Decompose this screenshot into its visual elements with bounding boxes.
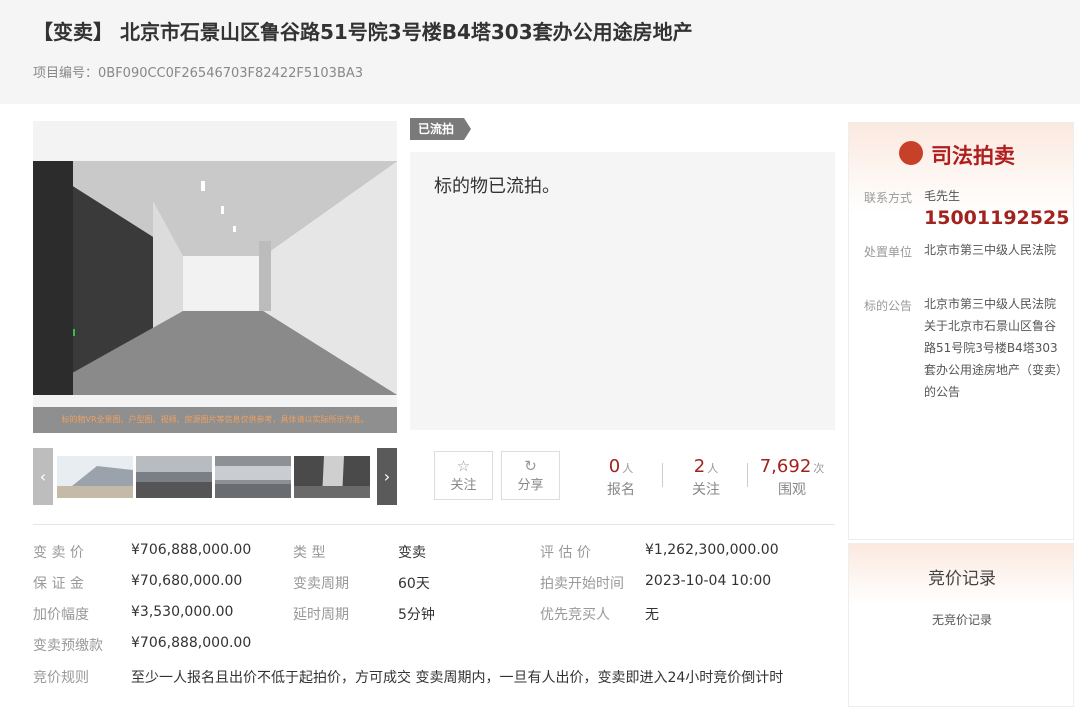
deposit-value: ¥70,680,000.00 bbox=[131, 573, 243, 589]
photo-disclaimer: 标的物VR全景图、户型图、视频、房源图片等信息仅供参考，具体请以实际所示为准。 bbox=[33, 407, 397, 433]
stat-views: 7,692 次 围观 bbox=[750, 456, 834, 499]
main-photo[interactable]: 标的物VR全景图、户型图、视频、房源图片等信息仅供参考，具体请以实际所示为准。 bbox=[33, 121, 397, 433]
stat-unit: 次 bbox=[813, 462, 825, 475]
stat-number: 0 bbox=[608, 456, 621, 477]
delay-value: 5分钟 bbox=[398, 607, 435, 623]
appraisal-value: ¥1,262,300,000.00 bbox=[645, 542, 779, 558]
section-divider bbox=[33, 524, 835, 525]
bid-rules-value: 至少一人报名且出价不低于起拍价，方可成交 变卖周期内，一旦有人出价，变卖即进入2… bbox=[131, 670, 784, 686]
contact-phone[interactable]: 15001192525 bbox=[924, 207, 1069, 229]
chevron-right-icon[interactable]: › bbox=[377, 448, 397, 505]
priority-bidder-label: 优先竞买人 bbox=[540, 607, 610, 623]
sale-price-label: 变 卖 价 bbox=[33, 545, 84, 561]
thumbnail-3[interactable] bbox=[215, 456, 291, 498]
share-icon: ↻ bbox=[524, 457, 537, 475]
thumbnail-strip: ‹ › bbox=[33, 448, 397, 505]
notice-label: 标的公告 bbox=[864, 299, 913, 313]
status-badge: 已流拍 bbox=[410, 118, 472, 140]
project-id: 项目编号：0BF090CC0F26546703F82422F5103BA3 bbox=[33, 66, 364, 81]
stat-unit: 人 bbox=[622, 462, 634, 475]
page-header: 【变卖】 北京市石景山区鲁谷路51号院3号楼B4塔303套办公用途房地产 项目编… bbox=[0, 0, 1080, 104]
follow-button[interactable]: ☆ 关注 bbox=[434, 451, 493, 500]
appraisal-label: 评 估 价 bbox=[540, 545, 591, 561]
thumbnail-4[interactable] bbox=[294, 456, 370, 498]
page-title: 【变卖】 北京市石景山区鲁谷路51号院3号楼B4塔303套办公用途房地产 bbox=[33, 20, 693, 44]
prepay-label: 变卖预缴款 bbox=[33, 638, 103, 654]
start-time-value: 2023-10-04 10:00 bbox=[645, 573, 772, 589]
start-time-label: 拍卖开始时间 bbox=[540, 576, 624, 592]
chevron-left-icon[interactable]: ‹ bbox=[33, 448, 53, 505]
thumbnail-2[interactable] bbox=[136, 456, 212, 498]
unit-value: 北京市第三中级人民法院 bbox=[924, 243, 1057, 257]
type-label: 类 型 bbox=[293, 545, 326, 561]
corridor-photo bbox=[33, 161, 397, 395]
period-value: 60天 bbox=[398, 576, 430, 592]
bid-records-panel: 竞价记录 无竞价记录 bbox=[848, 543, 1074, 707]
increment-label: 加价幅度 bbox=[33, 607, 89, 623]
stat-unit: 人 bbox=[707, 462, 719, 475]
unit-label: 处置单位 bbox=[864, 245, 913, 259]
notice-link[interactable]: 北京市第三中级人民法院关于北京市石景山区鲁谷路51号院3号楼B4塔303套办公用… bbox=[924, 293, 1064, 403]
stat-label: 关注 bbox=[692, 482, 720, 498]
period-label: 变卖周期 bbox=[293, 576, 349, 592]
sale-price-value: ¥706,888,000.00 bbox=[131, 542, 252, 558]
delay-label: 延时周期 bbox=[293, 607, 349, 623]
stat-number: 7,692 bbox=[759, 456, 812, 477]
judicial-auction-panel: 司法拍卖 联系方式 毛先生 15001192525 处置单位 北京市第三中级人民… bbox=[848, 122, 1074, 540]
priority-bidder-value: 无 bbox=[645, 607, 659, 623]
contact-name: 毛先生 bbox=[924, 189, 961, 203]
stat-followers: 2人 关注 bbox=[664, 456, 748, 499]
status-message: 标的物已流拍。 bbox=[434, 176, 560, 197]
panel-title: 司法拍卖 bbox=[931, 144, 1015, 168]
stat-label: 报名 bbox=[607, 482, 635, 498]
star-icon: ☆ bbox=[456, 457, 471, 475]
share-button[interactable]: ↻ 分享 bbox=[501, 451, 560, 500]
follow-label: 关注 bbox=[450, 478, 477, 493]
contact-label: 联系方式 bbox=[864, 191, 913, 205]
stat-signups: 0人 报名 bbox=[579, 456, 663, 499]
stat-number: 2 bbox=[693, 456, 706, 477]
stat-divider bbox=[747, 463, 748, 487]
prepay-value: ¥706,888,000.00 bbox=[131, 635, 252, 651]
status-panel: 标的物已流拍。 bbox=[410, 152, 835, 430]
share-label: 分享 bbox=[517, 478, 544, 493]
bid-records-title: 竞价记录 bbox=[928, 569, 996, 589]
increment-value: ¥3,530,000.00 bbox=[131, 604, 234, 620]
bid-records-empty: 无竞价记录 bbox=[931, 613, 992, 627]
deposit-label: 保 证 金 bbox=[33, 576, 84, 592]
stat-divider bbox=[662, 463, 663, 487]
thumbnail-1[interactable] bbox=[57, 456, 133, 498]
bid-rules-label: 竞价规则 bbox=[33, 670, 89, 686]
type-value: 变卖 bbox=[398, 545, 426, 561]
stat-label: 围观 bbox=[778, 482, 806, 498]
